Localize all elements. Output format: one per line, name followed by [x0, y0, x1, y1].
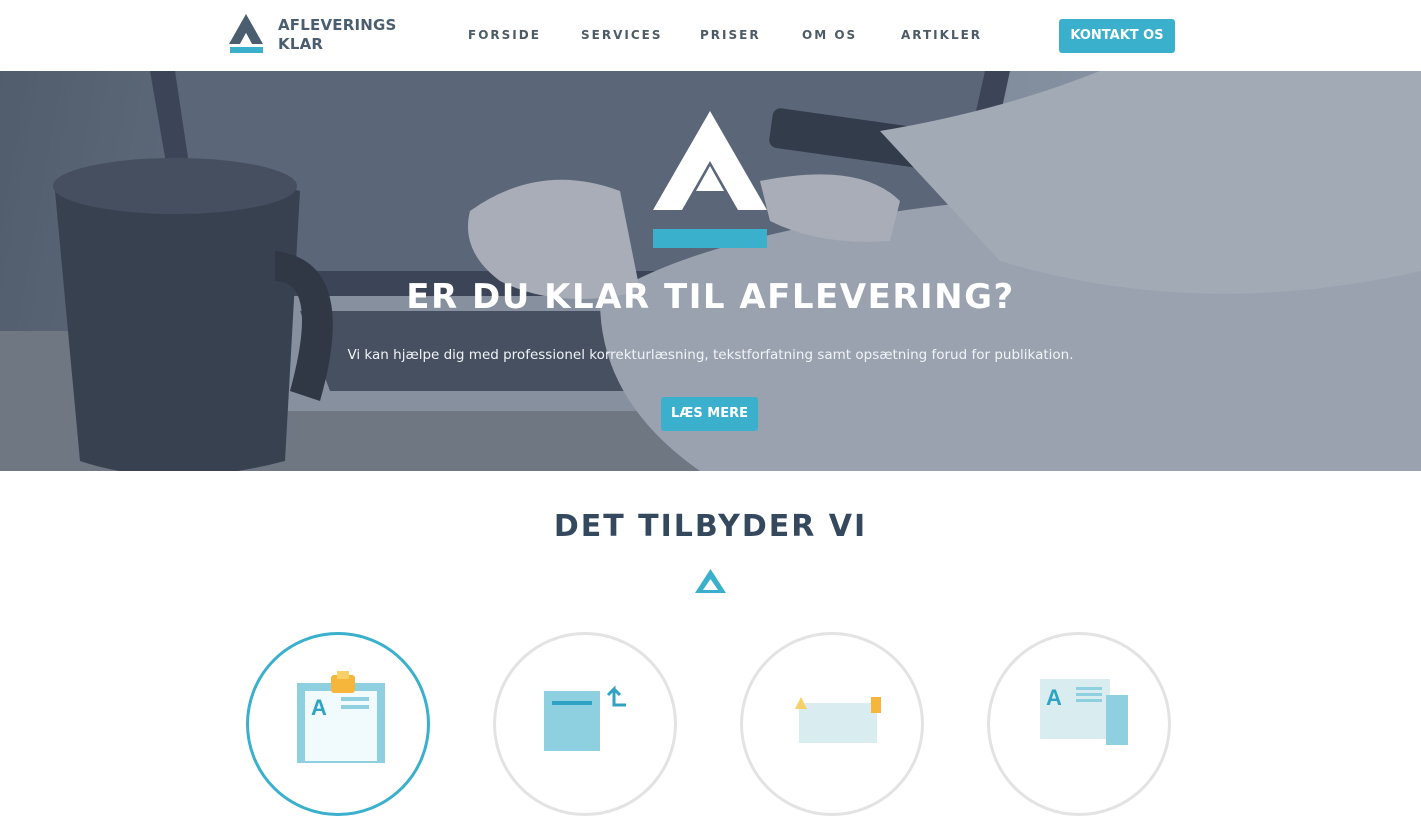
hero-banner: ER DU KLAR TIL AFLEVERING? Vi kan hjælpe…: [0, 71, 1421, 471]
brand-name-line1: AFLEVERINGS: [278, 16, 397, 34]
hero-subtitle: Vi kan hjælpe dig med professionel korre…: [347, 347, 1074, 363]
layout-pencil-icon: [795, 697, 881, 743]
service-publication[interactable]: A: [987, 632, 1171, 816]
triangle-icon: [695, 569, 726, 593]
brand-name: AFLEVERINGS KLAR: [278, 16, 397, 54]
brand-logo-link[interactable]: AFLEVERINGS KLAR: [229, 14, 397, 54]
document-clipboard-icon: A: [297, 671, 385, 763]
nav-item-artikler[interactable]: ARTIKLER: [901, 28, 982, 42]
newspaper-icon: A: [1040, 679, 1128, 745]
service-proofreading[interactable]: A: [246, 632, 430, 816]
brand-name-line2: KLAR: [278, 35, 324, 53]
svg-text:A: A: [311, 695, 327, 720]
hero-title: ER DU KLAR TIL AFLEVERING?: [406, 277, 1015, 317]
nav-item-forside[interactable]: FORSIDE: [468, 28, 541, 42]
service-layout[interactable]: [740, 632, 924, 816]
triangle-a-logo-icon: [653, 111, 767, 248]
site-header: AFLEVERINGS KLAR FORSIDE SERVICES PRISER…: [0, 0, 1421, 71]
nav-item-services[interactable]: SERVICES: [581, 28, 662, 42]
read-more-button[interactable]: LÆS MERE: [661, 397, 758, 431]
services-section-title: DET TILBYDER VI: [553, 509, 868, 544]
nav-item-priser[interactable]: PRISER: [700, 28, 761, 42]
triangle-a-logo-icon: [229, 14, 265, 54]
svg-text:A: A: [1046, 685, 1062, 710]
nav-item-om-os[interactable]: OM OS: [802, 28, 857, 42]
document-transfer-icon: [544, 685, 626, 751]
service-copywriting[interactable]: [493, 632, 677, 816]
contact-button[interactable]: KONTAKT OS: [1059, 19, 1175, 53]
